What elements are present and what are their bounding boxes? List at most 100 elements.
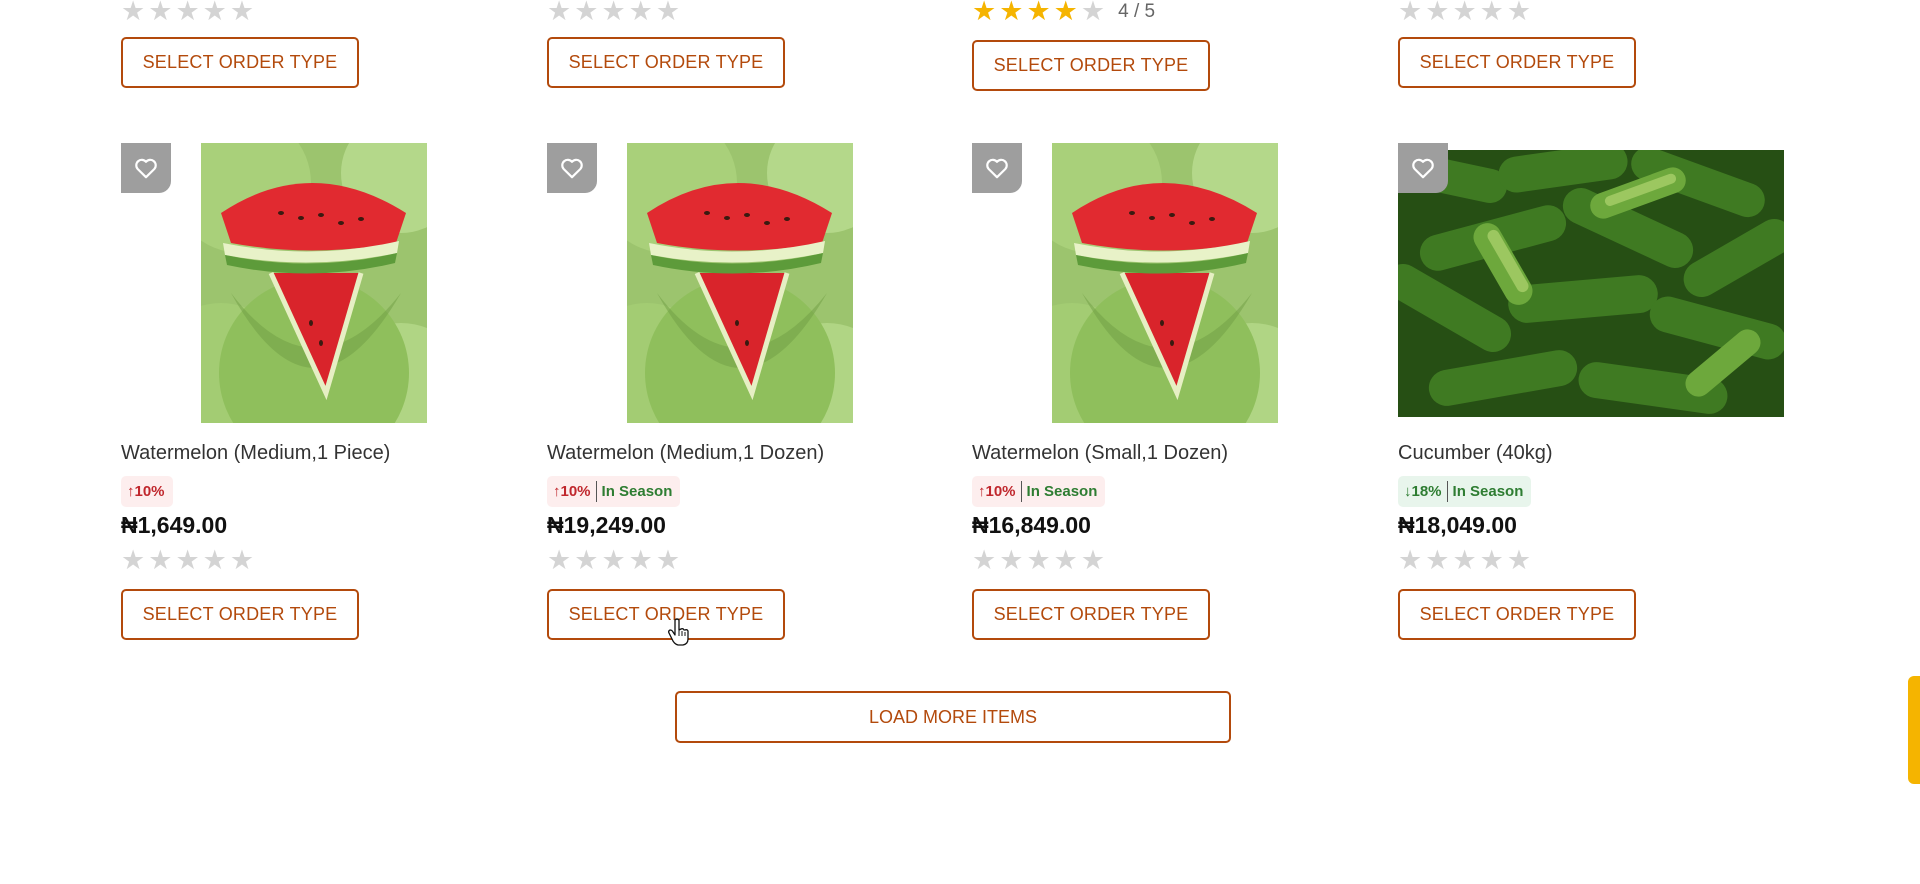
star-icon: ★: [628, 545, 653, 575]
select-order-type-button[interactable]: SELECT ORDER TYPE: [121, 37, 359, 88]
select-order-type-button[interactable]: SELECT ORDER TYPE: [1398, 37, 1636, 88]
star-icon: ★: [202, 0, 227, 26]
star-icon: ★: [1479, 545, 1504, 575]
star-icon: ★: [574, 545, 599, 575]
arrow-up-icon: ↑: [553, 483, 561, 500]
product-image-area[interactable]: [1398, 143, 1798, 423]
star-icon: ★: [148, 0, 173, 26]
rating-stars: ★ ★ ★ ★ ★: [1398, 547, 1531, 574]
watermelon-image[interactable]: [201, 143, 427, 423]
badge-divider: [1020, 481, 1022, 502]
star-icon: ★: [1506, 545, 1532, 575]
heart-icon: [133, 155, 159, 181]
rating-stars: ★ ★ ★ ★ ★ 4 / 5: [972, 0, 1155, 25]
product-price: ₦19,249.00: [547, 512, 666, 538]
scrollbar-thumb[interactable]: [1908, 676, 1920, 784]
star-icon: ★: [229, 0, 255, 26]
arrow-up-icon: ↑: [127, 483, 135, 500]
star-icon: ★: [1053, 545, 1078, 575]
product-image-area[interactable]: [547, 143, 947, 423]
star-icon: ★: [999, 0, 1024, 26]
select-order-type-button[interactable]: SELECT ORDER TYPE: [972, 589, 1210, 640]
select-order-type-button[interactable]: SELECT ORDER TYPE: [121, 589, 359, 640]
price-change-badge: ↑ 10% In Season: [547, 476, 681, 507]
price-change-badge: ↑ 10%: [121, 476, 173, 507]
star-icon: ★: [202, 545, 227, 575]
star-icon: ★: [601, 545, 626, 575]
star-icon: ★: [547, 545, 572, 575]
cucumber-image[interactable]: [1398, 150, 1784, 417]
in-season-label: In Season: [1452, 483, 1524, 500]
product-price: ₦16,849.00: [972, 512, 1091, 538]
star-icon: ★: [655, 545, 681, 575]
price-change-percent: 18%: [1411, 483, 1442, 500]
product-title[interactable]: Watermelon (Medium,1 Dozen): [547, 442, 824, 465]
star-icon: ★: [601, 0, 626, 26]
star-icon: ★: [547, 0, 572, 26]
star-icon: ★: [1506, 0, 1532, 26]
star-icon: ★: [655, 0, 681, 26]
star-icon: ★: [1053, 0, 1078, 26]
in-season-label: In Season: [1026, 483, 1098, 500]
price-change-percent: 10%: [134, 483, 165, 500]
select-order-type-button[interactable]: SELECT ORDER TYPE: [547, 589, 785, 640]
star-icon: ★: [148, 545, 173, 575]
heart-icon: [984, 155, 1010, 181]
price-change-percent: 10%: [985, 483, 1016, 500]
rating-stars: ★ ★ ★ ★ ★: [121, 0, 254, 25]
star-icon: ★: [1398, 545, 1423, 575]
star-icon: ★: [121, 545, 146, 575]
hand-pointer-icon: [668, 618, 689, 646]
star-icon: ★: [628, 0, 653, 26]
watermelon-image[interactable]: [1052, 143, 1278, 423]
rating-stars: ★ ★ ★ ★ ★: [972, 547, 1105, 574]
price-change-percent: 10%: [560, 483, 591, 500]
product-image-area[interactable]: [121, 143, 521, 423]
star-icon: ★: [1425, 0, 1450, 26]
star-icon: ★: [121, 0, 146, 26]
heart-icon: [559, 155, 585, 181]
heart-icon: [1410, 155, 1436, 181]
arrow-down-icon: ↓: [1404, 483, 1412, 500]
favorite-button[interactable]: [972, 143, 1022, 193]
rating-stars: ★ ★ ★ ★ ★: [121, 547, 254, 574]
product-price: ₦1,649.00: [121, 512, 228, 538]
star-icon: ★: [1452, 0, 1477, 26]
product-price: ₦18,049.00: [1398, 512, 1517, 538]
star-icon: ★: [972, 0, 997, 26]
star-icon: ★: [1479, 0, 1504, 26]
product-title[interactable]: Watermelon (Medium,1 Piece): [121, 442, 390, 465]
star-icon: ★: [175, 0, 200, 26]
select-order-type-button[interactable]: SELECT ORDER TYPE: [547, 37, 785, 88]
star-icon: ★: [1026, 0, 1051, 26]
scrollbar[interactable]: [1908, 0, 1920, 884]
rating-stars: ★ ★ ★ ★ ★: [547, 547, 680, 574]
select-order-type-button[interactable]: SELECT ORDER TYPE: [1398, 589, 1636, 640]
select-order-type-button[interactable]: SELECT ORDER TYPE: [972, 40, 1210, 91]
price-change-badge: ↓ 18% In Season: [1398, 476, 1532, 507]
favorite-button[interactable]: [1398, 143, 1448, 193]
star-icon: ★: [1026, 545, 1051, 575]
product-title[interactable]: Cucumber (40kg): [1398, 442, 1553, 465]
star-icon: ★: [574, 0, 599, 26]
load-more-button[interactable]: LOAD MORE ITEMS: [675, 691, 1231, 743]
star-icon: ★: [1425, 545, 1450, 575]
star-icon: ★: [229, 545, 255, 575]
favorite-button[interactable]: [547, 143, 597, 193]
star-icon: ★: [1080, 0, 1106, 26]
star-icon: ★: [1452, 545, 1477, 575]
in-season-label: In Season: [601, 483, 673, 500]
rating-stars: ★ ★ ★ ★ ★: [547, 0, 680, 25]
badge-divider: [595, 481, 597, 502]
favorite-button[interactable]: [121, 143, 171, 193]
arrow-up-icon: ↑: [978, 483, 986, 500]
star-icon: ★: [1398, 0, 1423, 26]
rating-stars: ★ ★ ★ ★ ★: [1398, 0, 1531, 25]
star-icon: ★: [1080, 545, 1106, 575]
watermelon-image[interactable]: [627, 143, 853, 423]
price-change-badge: ↑ 10% In Season: [972, 476, 1106, 507]
star-icon: ★: [972, 545, 997, 575]
product-image-area[interactable]: [972, 143, 1372, 423]
product-title[interactable]: Watermelon (Small,1 Dozen): [972, 442, 1228, 465]
rating-text: 4 / 5: [1118, 0, 1156, 22]
